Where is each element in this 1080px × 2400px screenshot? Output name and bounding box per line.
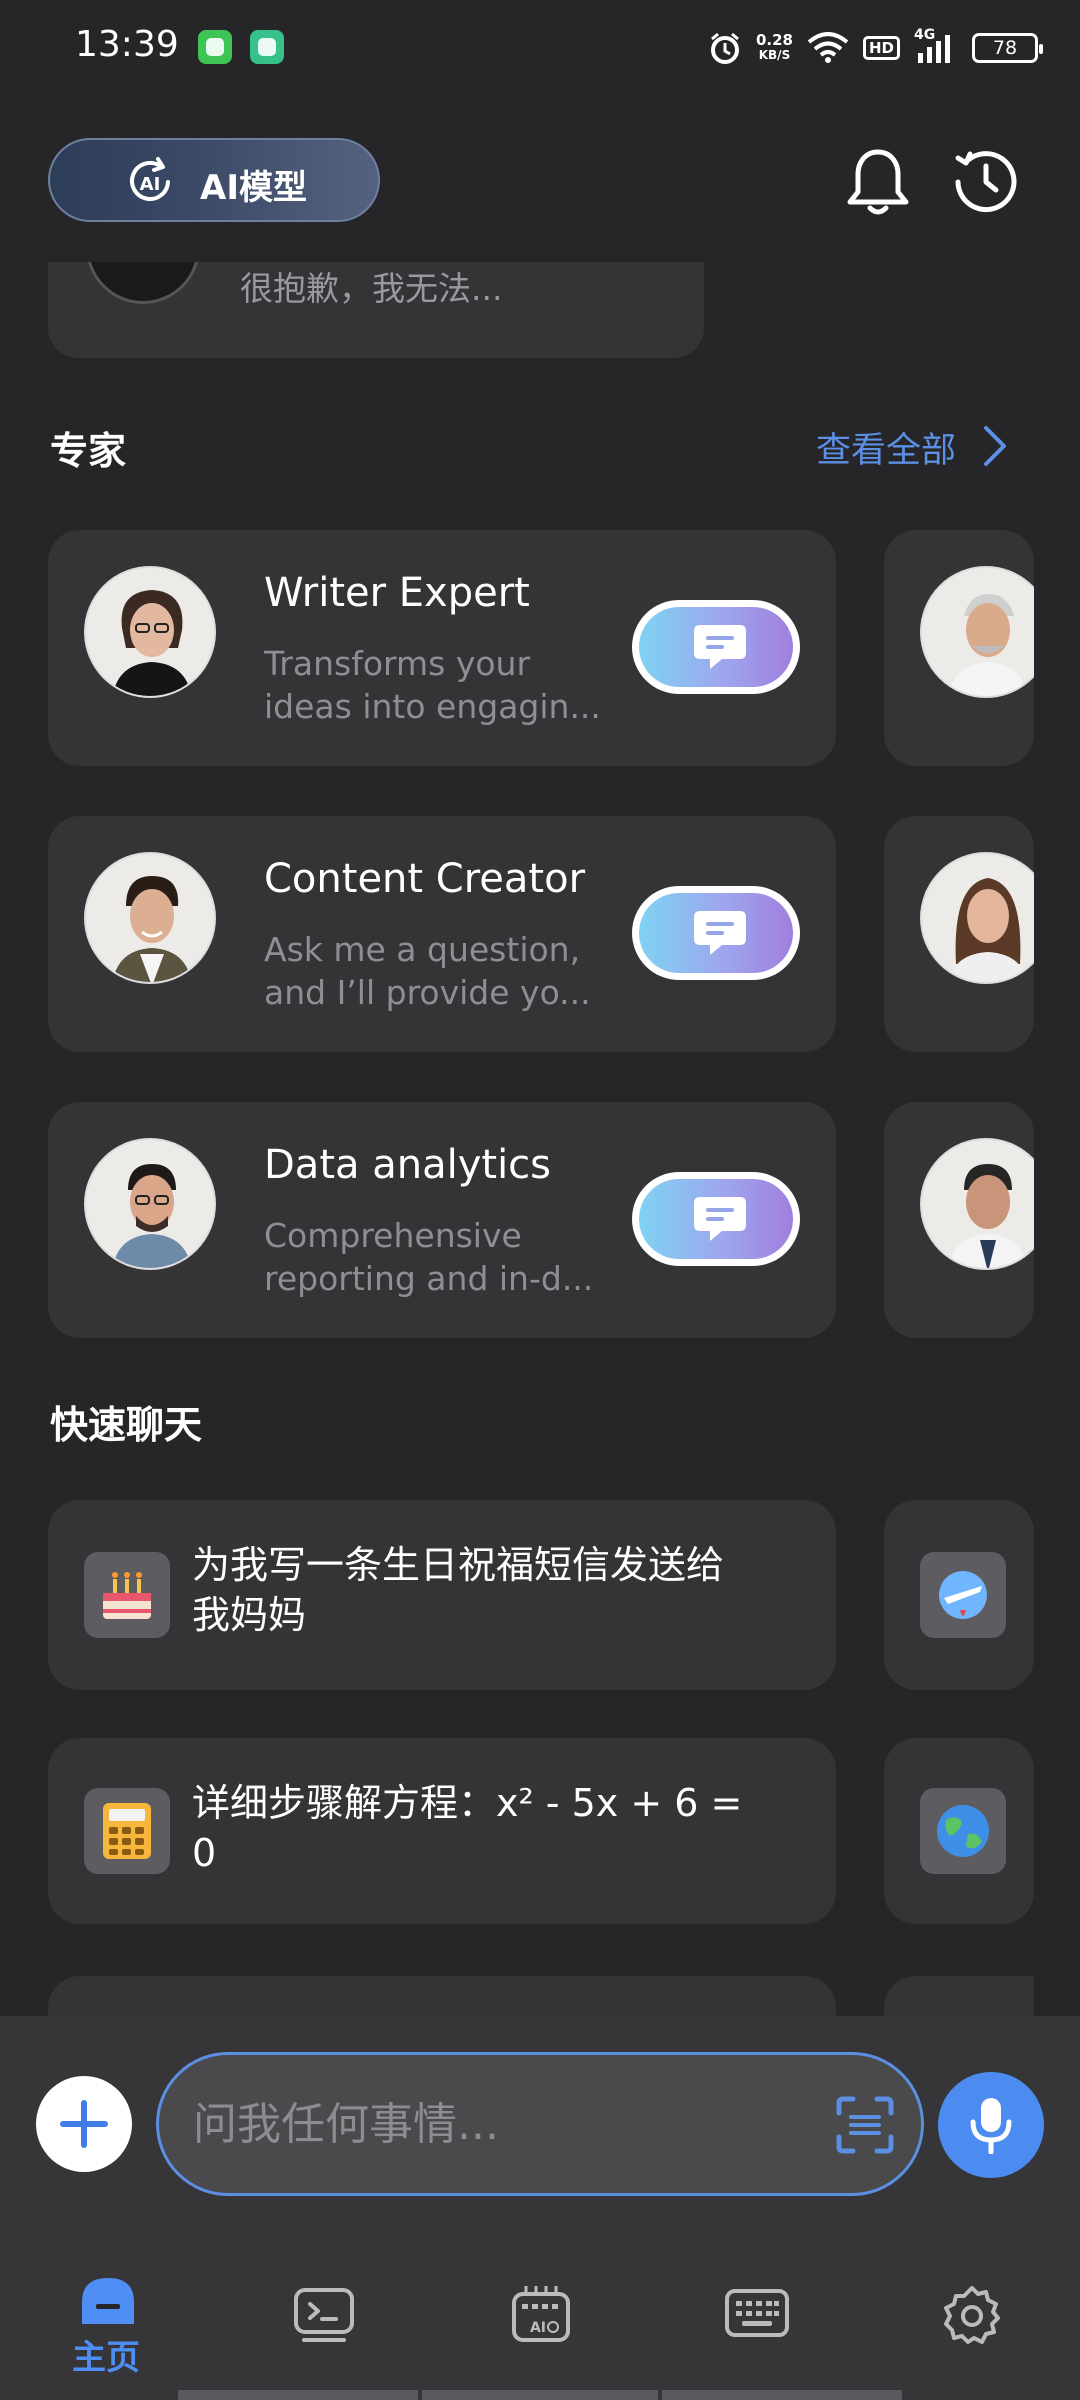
chat-bubble-icon (694, 1197, 746, 1241)
wallet-notification-icon (250, 30, 284, 64)
voice-input-button[interactable] (938, 2072, 1044, 2178)
expert-desc-line2: reporting and in-d... (264, 1259, 594, 1298)
notification-bell-icon[interactable] (840, 144, 916, 220)
expert-avatar (84, 852, 216, 984)
messages-notification-icon (198, 30, 232, 64)
expert-title: Data analytics (264, 1142, 552, 1188)
network-speed: 0.28 KB/S (756, 33, 793, 63)
wifi-icon (807, 32, 849, 63)
quick-chat-prompt: 为我写一条生日祝福短信发送给 我妈妈 (192, 1540, 792, 1640)
quick-chat-section-title: 快速聊天 (50, 1403, 203, 1447)
history-clock-icon[interactable] (948, 144, 1024, 220)
quick-chat-item[interactable]: 详细步骤解方程：x² - 5x + 6 = 0 (48, 1738, 836, 1924)
terminal-tab-icon[interactable] (292, 2286, 356, 2344)
globe-icon (920, 1788, 1006, 1874)
chat-input-container[interactable] (156, 2052, 924, 2196)
microphone-icon (970, 2098, 1012, 2154)
ai-model-button[interactable]: AI AI模型 (48, 138, 380, 222)
ai-model-label: AI模型 (200, 168, 307, 208)
alarm-icon (710, 32, 739, 64)
recent-preview-text: 很抱歉，我无法... (240, 269, 503, 308)
status-bar: 13:39 0.28 KB/S HD 4G 78 (0, 0, 1080, 100)
quick-chat-item[interactable]: 为我写一条生日祝福短信发送给 我妈妈 (48, 1500, 836, 1690)
expert-avatar (920, 566, 1034, 698)
view-all-link[interactable]: 查看全部 (816, 422, 956, 473)
birthday-cake-icon (84, 1552, 170, 1638)
quick-chat-line2: 0 (192, 1831, 217, 1875)
quick-chat-peek[interactable] (884, 1500, 1034, 1690)
add-attachment-button[interactable] (36, 2076, 132, 2172)
expert-desc-line2: and I’ll provide yo... (264, 973, 591, 1012)
home-tab-icon[interactable] (78, 2272, 138, 2328)
quick-chat-line2: 我妈妈 (192, 1593, 307, 1637)
expert-avatar (84, 566, 216, 698)
svg-text:AI: AI (140, 174, 161, 195)
chevron-right-icon[interactable] (980, 424, 1010, 468)
svg-text:AI: AI (530, 2320, 546, 2336)
expert-description: Transforms your ideas into engagin... (264, 642, 614, 728)
expert-desc-line1: Ask me a question, (264, 930, 581, 969)
battery-indicator: 78 (972, 33, 1043, 63)
expert-card-data-analytics[interactable]: Data analytics Comprehensive reporting a… (48, 1102, 836, 1338)
quick-chat-peek[interactable] (884, 1738, 1034, 1924)
speed-unit: KB/S (758, 48, 791, 62)
expert-desc-line1: Transforms your (264, 644, 531, 683)
status-time: 13:39 (75, 24, 179, 65)
expert-avatar (920, 852, 1034, 984)
expert-card-peek[interactable] (884, 530, 1034, 766)
expert-desc-line1: Comprehensive (264, 1216, 522, 1255)
hd-badge: HD (862, 36, 900, 60)
experts-section-title: 专家 (50, 429, 127, 473)
keyboard-tab-icon[interactable] (724, 2288, 790, 2338)
start-chat-button[interactable] (632, 600, 800, 694)
recent-avatar (86, 262, 200, 304)
expert-card-writer[interactable]: Writer Expert Transforms your ideas into… (48, 530, 836, 766)
start-chat-button[interactable] (632, 1172, 800, 1266)
expert-desc-line2: ideas into engagin... (264, 687, 601, 726)
recent-conversation-card[interactable]: 很抱歉，我无法... (48, 262, 704, 358)
airplane-globe-icon (920, 1552, 1006, 1638)
expert-description: Comprehensive reporting and in-d... (264, 1214, 614, 1300)
nav-indicator-segment (178, 2390, 418, 2400)
expert-description: Ask me a question, and I’ll provide yo..… (264, 928, 614, 1014)
expert-avatar (84, 1138, 216, 1270)
quick-chat-line1: 详细步骤解方程：x² - 5x + 6 = (192, 1781, 743, 1825)
chat-bubble-icon (694, 911, 746, 955)
expert-avatar (920, 1138, 1034, 1270)
chat-input[interactable] (193, 2089, 753, 2159)
cellular-signal-icon: 4G (914, 27, 958, 65)
nav-indicator-segment (662, 2390, 902, 2400)
start-chat-button[interactable] (632, 886, 800, 980)
home-tab-label[interactable]: 主页 (72, 2330, 140, 2379)
scan-icon[interactable] (835, 2095, 895, 2155)
expert-card-peek[interactable] (884, 1102, 1034, 1338)
speed-value: 0.28 (755, 31, 793, 49)
quick-chat-line1: 为我写一条生日祝福短信发送给 (192, 1543, 725, 1587)
status-indicators: 0.28 KB/S HD 4G 78 (708, 27, 1043, 68)
calculator-icon (84, 1788, 170, 1874)
quick-chat-prompt: 详细步骤解方程：x² - 5x + 6 = 0 (192, 1778, 792, 1878)
expert-card-content-creator[interactable]: Content Creator Ask me a question, and I… (48, 816, 836, 1052)
nav-indicator-segment (422, 2390, 658, 2400)
expert-title: Content Creator (264, 856, 586, 902)
ai-chip-tab-icon[interactable]: AI (508, 2282, 574, 2346)
expert-title: Writer Expert (264, 570, 530, 616)
ai-refresh-icon: AI (130, 157, 170, 201)
chat-bubble-icon (694, 625, 746, 669)
settings-gear-icon[interactable] (940, 2284, 1004, 2348)
expert-card-peek[interactable] (884, 816, 1034, 1052)
